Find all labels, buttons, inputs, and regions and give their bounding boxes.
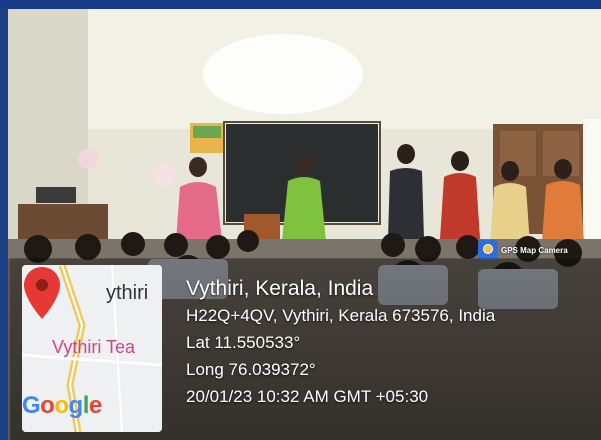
map-poi-label: Vythiri Tea [52,337,136,357]
location-address: H22Q+4QV, Vythiri, Kerala 673576, India [186,306,496,325]
location-latitude: Lat 11.550533° [186,333,301,352]
map-pin-icon [24,267,60,319]
gps-map-camera-label: GPS Map Camera [501,245,568,255]
location-info: Vythiri, Kerala, India H22Q+4QV, Vythiri… [186,276,495,410]
location-title: Vythiri, Kerala, India [186,277,374,300]
photo-frame: GPS Map Camera ythiri Vythiri Tea Google… [0,0,601,440]
location-longitude: Long 76.039372° [186,360,316,379]
google-logo: Google [22,392,102,419]
gps-map-camera-icon [478,240,498,260]
gps-map-camera-badge: GPS Map Camera [478,240,568,260]
top-banner [0,0,601,9]
map-thumbnail: ythiri Vythiri Tea Google [22,265,162,432]
location-timestamp: 20/01/23 10:32 AM GMT +05:30 [186,387,429,406]
map-place-label: ythiri [106,282,149,304]
